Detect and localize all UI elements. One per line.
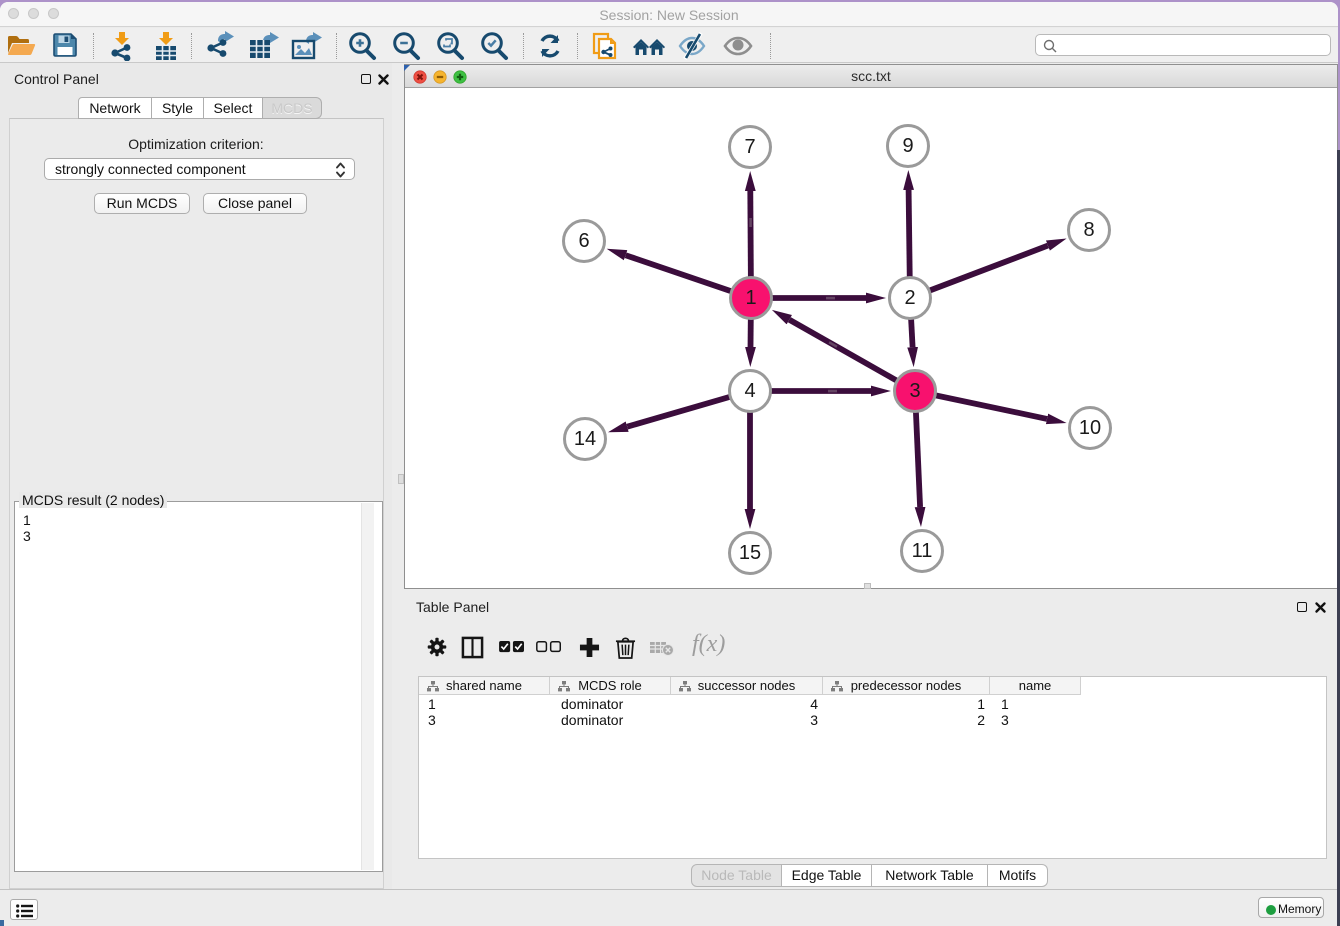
svg-text:15: 15 <box>739 542 761 564</box>
svg-text:1: 1 <box>745 287 756 309</box>
svg-text:14: 14 <box>574 428 596 450</box>
svg-text:10: 10 <box>1079 417 1101 439</box>
svg-text:4: 4 <box>744 380 755 402</box>
svg-text:11: 11 <box>912 540 933 562</box>
svg-text:7: 7 <box>744 136 755 158</box>
svg-text:2: 2 <box>904 287 915 309</box>
svg-text:6: 6 <box>578 230 589 252</box>
svg-text:3: 3 <box>909 380 920 402</box>
svg-text:9: 9 <box>902 135 913 157</box>
svg-text:8: 8 <box>1083 219 1094 241</box>
